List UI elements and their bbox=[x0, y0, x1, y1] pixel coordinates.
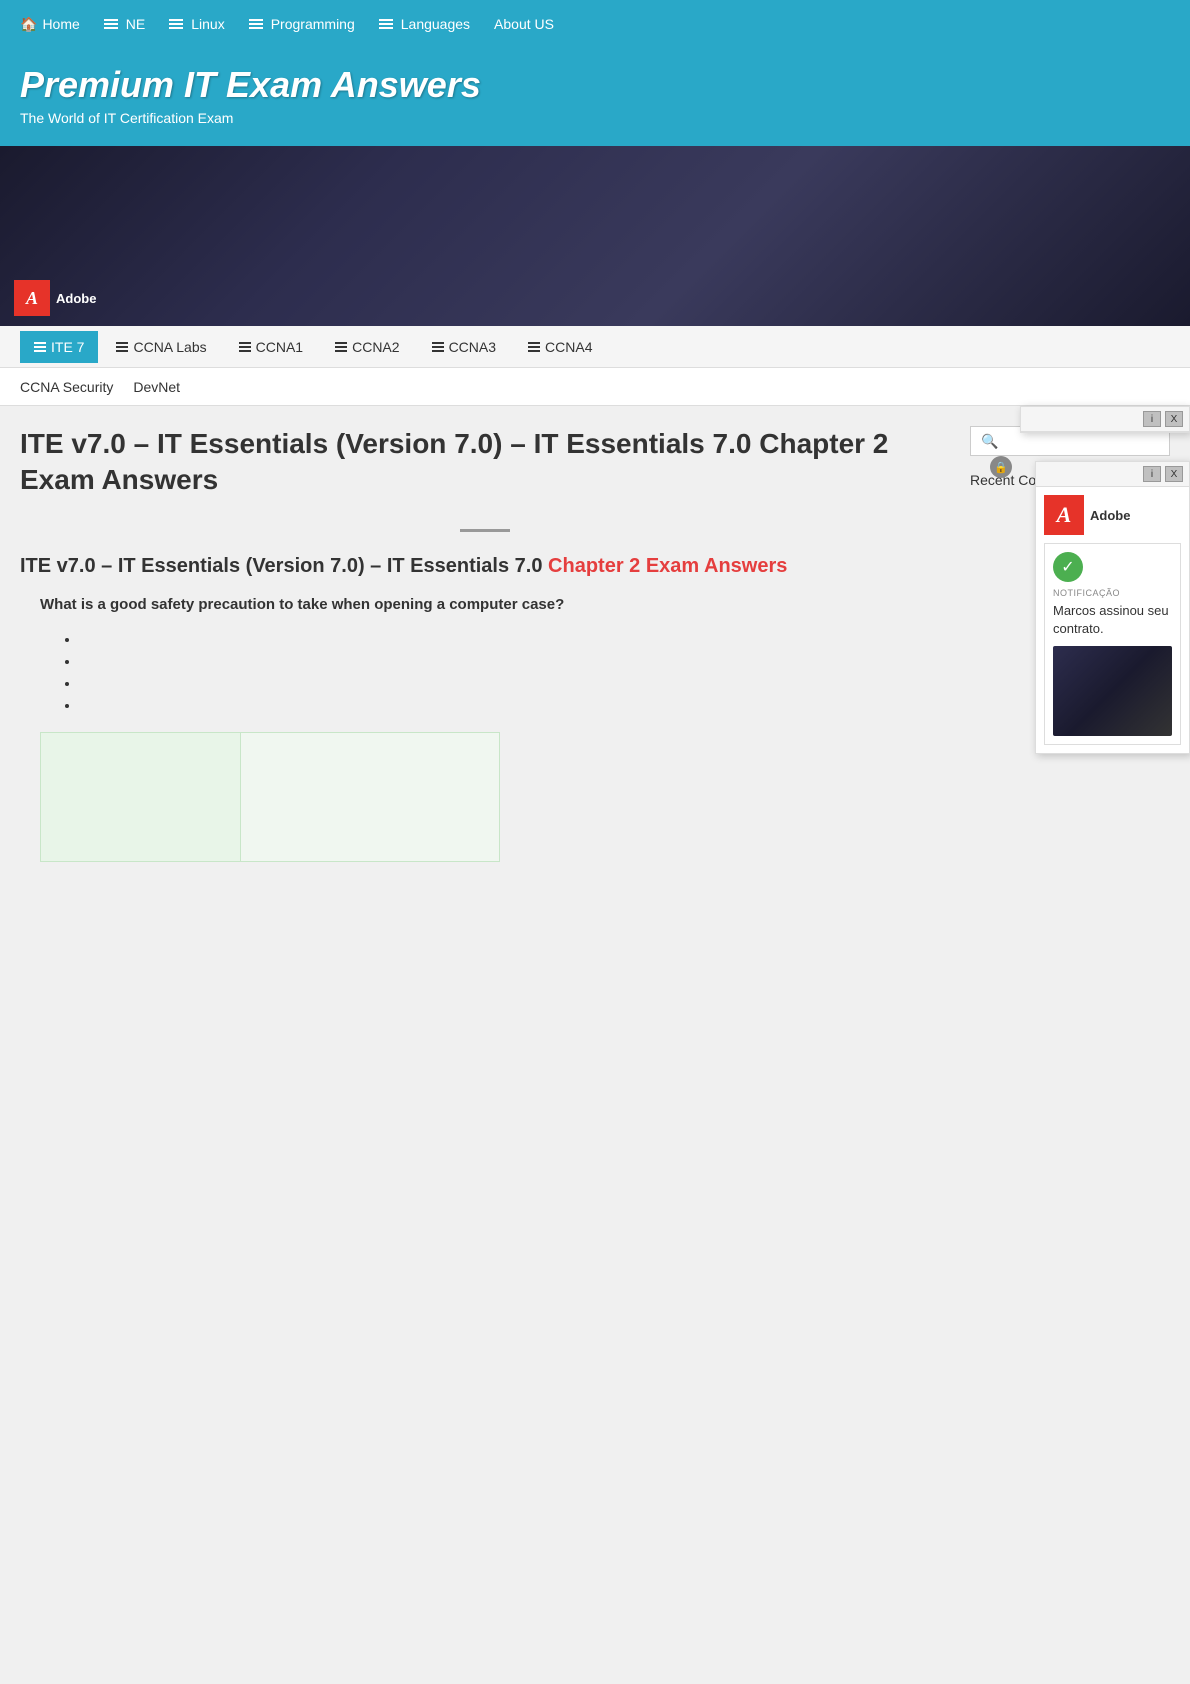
ad-adobe-icon: A bbox=[1044, 495, 1084, 535]
subnav-ccna-labs[interactable]: CCNA Labs bbox=[102, 331, 220, 363]
section-divider bbox=[460, 529, 510, 532]
menu-lines-icon bbox=[379, 19, 393, 29]
menu-lines-icon bbox=[249, 19, 263, 29]
menu-lines-icon bbox=[169, 19, 183, 29]
menu-icon bbox=[116, 342, 128, 352]
check-icon: ✓ bbox=[1053, 552, 1083, 582]
ad2-content: A Adobe ✓ NOTIFICAÇÃO Marcos assinou seu… bbox=[1036, 487, 1189, 753]
subnav2-devnet[interactable]: DevNet bbox=[133, 379, 180, 395]
floating-ad-container: i X 🔒 i X bbox=[1000, 406, 1190, 966]
adobe-label: Adobe bbox=[56, 291, 96, 306]
ad2-close-button[interactable]: X bbox=[1165, 466, 1183, 482]
article-title: ITE v7.0 – IT Essentials (Version 7.0) –… bbox=[20, 552, 950, 580]
site-title: Premium IT Exam Answers bbox=[20, 64, 1170, 106]
nav-languages[interactable]: Languages bbox=[379, 16, 470, 32]
subnav2-ccna-security[interactable]: CCNA Security bbox=[20, 379, 113, 395]
adobe-logo-hero: A Adobe bbox=[14, 280, 96, 316]
ad2-header: i X bbox=[1036, 462, 1189, 487]
subnav-ccna1[interactable]: CCNA1 bbox=[225, 331, 317, 363]
article-section: ITE v7.0 – IT Essentials (Version 7.0) –… bbox=[20, 552, 950, 863]
article-question: What is a good safety precaution to take… bbox=[40, 594, 950, 617]
menu-icon bbox=[432, 342, 444, 352]
ad2-info-button[interactable]: i bbox=[1143, 466, 1161, 482]
ad-header: i X bbox=[1021, 407, 1189, 432]
menu-lines-icon bbox=[104, 19, 118, 29]
hero-image: A Adobe bbox=[0, 146, 1190, 326]
subnav-ccna2[interactable]: CCNA2 bbox=[321, 331, 413, 363]
ad-info-button[interactable]: i bbox=[1143, 411, 1161, 427]
header-banner: Premium IT Exam Answers The World of IT … bbox=[0, 48, 1190, 146]
site-subtitle: The World of IT Certification Exam bbox=[20, 110, 1170, 126]
nav-programming[interactable]: Programming bbox=[249, 16, 355, 32]
ad-adobe-logo: A Adobe bbox=[1044, 495, 1181, 535]
menu-icon bbox=[34, 342, 46, 352]
answer-box-inner bbox=[41, 733, 241, 861]
floating-ad-1: i X bbox=[1020, 406, 1190, 433]
menu-icon bbox=[239, 342, 251, 352]
floating-ad-2: i X A Adobe ✓ NOTIFICAÇÃO Marcos assinou… bbox=[1035, 461, 1190, 754]
list-item bbox=[80, 672, 950, 694]
sub-navigation: ITE 7 CCNA Labs CCNA1 CCNA2 CCNA3 CCNA4 bbox=[0, 326, 1190, 368]
main-wrapper: ITE v7.0 – IT Essentials (Version 7.0) –… bbox=[0, 406, 1190, 892]
nav-about[interactable]: About US bbox=[494, 16, 554, 32]
page-title: ITE v7.0 – IT Essentials (Version 7.0) –… bbox=[20, 426, 950, 499]
lock-icon: 🔒 bbox=[990, 456, 1012, 478]
top-navigation: 🏠 Home NE Linux Programming Languages Ab… bbox=[0, 0, 1190, 48]
notification-text: Marcos assinou seu contrato. bbox=[1053, 602, 1172, 638]
list-item bbox=[80, 694, 950, 716]
subnav-ite7[interactable]: ITE 7 bbox=[20, 331, 98, 363]
ad-adobe-name: Adobe bbox=[1090, 508, 1130, 523]
sub-navigation-2: CCNA Security DevNet bbox=[0, 368, 1190, 406]
subnav-ccna4[interactable]: CCNA4 bbox=[514, 331, 606, 363]
menu-icon bbox=[335, 342, 347, 352]
menu-icon bbox=[528, 342, 540, 352]
ad-close-button[interactable]: X bbox=[1165, 411, 1183, 427]
notification-image bbox=[1053, 646, 1172, 736]
subnav-ccna3[interactable]: CCNA3 bbox=[418, 331, 510, 363]
list-item bbox=[80, 628, 950, 650]
nav-ne[interactable]: NE bbox=[104, 16, 145, 32]
nav-linux[interactable]: Linux bbox=[169, 16, 224, 32]
nav-home[interactable]: 🏠 Home bbox=[20, 16, 80, 33]
answer-list bbox=[20, 628, 950, 716]
answer-box bbox=[40, 732, 500, 862]
notification-label: NOTIFICAÇÃO bbox=[1053, 588, 1172, 598]
adobe-icon: A bbox=[14, 280, 50, 316]
main-content: ITE v7.0 – IT Essentials (Version 7.0) –… bbox=[20, 426, 950, 872]
notification-card: ✓ NOTIFICAÇÃO Marcos assinou seu contrat… bbox=[1044, 543, 1181, 745]
home-icon: 🏠 bbox=[20, 16, 37, 33]
list-item bbox=[80, 650, 950, 672]
